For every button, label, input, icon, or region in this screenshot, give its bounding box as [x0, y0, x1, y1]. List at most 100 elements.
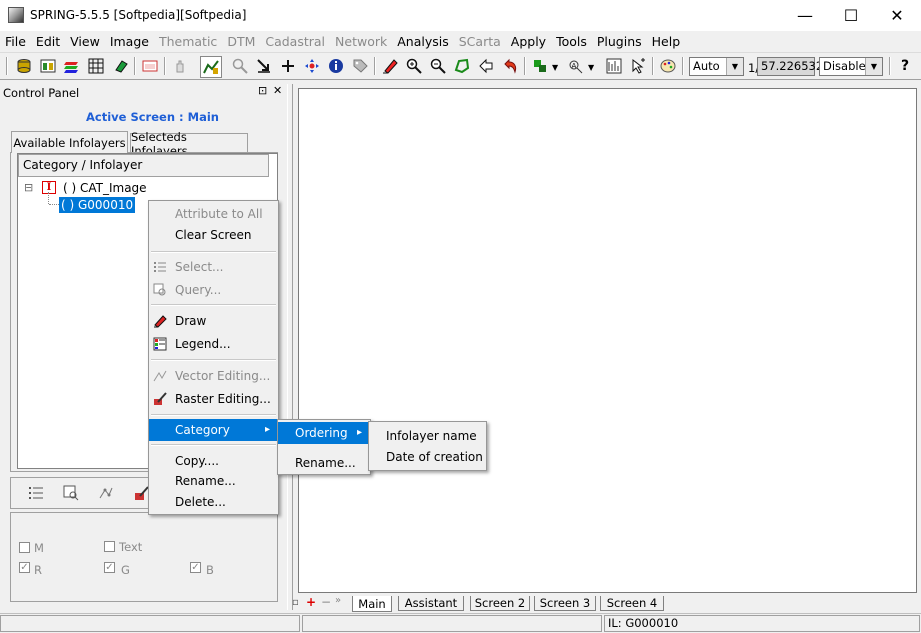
eraser-icon[interactable]	[110, 56, 130, 76]
menu-attribute-to-all[interactable]: Attribute to All	[149, 203, 278, 225]
tree-node-category[interactable]: ( ) CAT_Image	[63, 181, 147, 195]
menu-clear-screen[interactable]: Clear Screen	[149, 224, 278, 246]
menu-legend[interactable]: Legend...	[149, 333, 278, 355]
scroll-tabs-icon[interactable]: »	[335, 595, 341, 606]
menu-apply[interactable]: Apply	[506, 34, 551, 49]
menu-delete[interactable]: Delete...	[149, 491, 278, 513]
tag-icon[interactable]	[350, 56, 370, 76]
pan-icon[interactable]	[302, 56, 322, 76]
checkbox-b[interactable]: ✓	[190, 562, 201, 573]
menu-copy[interactable]: Copy....	[149, 450, 278, 472]
checkbox-text[interactable]	[104, 541, 115, 552]
tree-node-infolayer[interactable]: ( ) G000010	[59, 197, 136, 213]
menu-file[interactable]: File	[0, 34, 31, 49]
database-icon[interactable]	[14, 56, 34, 76]
disable-select[interactable]: Disable ▼	[819, 57, 883, 76]
menu-plugins[interactable]: Plugins	[592, 34, 647, 49]
checkbox-g-label: G	[121, 563, 130, 577]
zoom-disabled-icon[interactable]	[230, 56, 250, 76]
menu-edit[interactable]: Edit	[31, 34, 65, 49]
menu-help[interactable]: Help	[647, 34, 686, 49]
query-icon	[152, 282, 168, 298]
window-icon[interactable]	[140, 56, 160, 76]
screen-view-icon[interactable]: ▫	[292, 597, 299, 608]
help-icon[interactable]: ?	[895, 56, 915, 76]
arrow-left-icon[interactable]	[476, 56, 496, 76]
query-icon[interactable]	[63, 485, 79, 504]
arrow-down-right-icon[interactable]	[254, 56, 274, 76]
color-composite-icon[interactable]	[530, 56, 550, 76]
menu-category-rename[interactable]: Rename...	[278, 452, 370, 474]
screen-tab-screen-3[interactable]: Screen 3	[534, 596, 596, 611]
menu-scarta[interactable]: SCarta	[454, 34, 506, 49]
tab-available-infolayers[interactable]: Available Infolayers	[11, 131, 128, 153]
tab-selected-infolayers[interactable]: Selecteds Infolayers	[130, 130, 248, 158]
scale-value-field[interactable]: 57.226532	[757, 57, 823, 76]
vector-edit-icon[interactable]	[98, 485, 114, 504]
tree-column-header[interactable]: Category / Infolayer	[18, 154, 269, 177]
add-screen-icon[interactable]: +	[306, 595, 316, 609]
pin-icon[interactable]: ⊡	[258, 84, 267, 97]
checkbox-g[interactable]: ✓	[104, 562, 115, 573]
menu-tools[interactable]: Tools	[551, 34, 592, 49]
menu-analysis[interactable]: Analysis	[392, 34, 454, 49]
menu-view[interactable]: View	[65, 34, 105, 49]
minimize-button[interactable]: —	[782, 0, 828, 31]
chevron-down-icon[interactable]: ▼	[588, 63, 594, 72]
menu-label: Delete...	[175, 495, 226, 509]
screen-tab-main[interactable]: Main	[352, 596, 392, 612]
info-icon[interactable]	[326, 56, 346, 76]
profile-icon[interactable]	[604, 56, 624, 76]
menu-select[interactable]: Select...	[149, 256, 278, 278]
screen-tab-assistant[interactable]: Assistant	[398, 596, 464, 611]
menu-separator	[151, 444, 276, 446]
grid-icon[interactable]	[86, 56, 106, 76]
toolbar-separator	[889, 57, 891, 75]
maximize-button[interactable]: ☐	[828, 0, 874, 31]
remove-screen-icon[interactable]: −	[321, 595, 331, 609]
chart-tool-icon[interactable]	[200, 56, 222, 78]
menu-draw[interactable]: Draw	[149, 310, 278, 332]
menu-separator	[151, 359, 276, 361]
panel-splitter[interactable]	[287, 84, 293, 610]
crosshair-icon[interactable]	[278, 56, 298, 76]
menu-thematic[interactable]: Thematic	[154, 34, 222, 49]
drawing-canvas[interactable]	[298, 88, 917, 593]
menu-network[interactable]: Network	[330, 34, 392, 49]
status-cell-main	[0, 615, 300, 632]
menu-dtm[interactable]: DTM	[222, 34, 260, 49]
palette-icon[interactable]	[658, 56, 678, 76]
menu-cadastral[interactable]: Cadastral	[260, 34, 330, 49]
hand-disabled-icon[interactable]	[170, 56, 190, 76]
menu-vector-editing[interactable]: Vector Editing...	[149, 365, 278, 387]
menu-rename[interactable]: Rename...	[149, 470, 278, 492]
cursor-plus-icon[interactable]	[628, 56, 648, 76]
checkbox-m[interactable]	[19, 542, 30, 553]
screen-tab-screen-2[interactable]: Screen 2	[470, 596, 530, 611]
menu-image[interactable]: Image	[105, 34, 154, 49]
text-tool-icon[interactable]: A	[566, 56, 586, 76]
menu-order-infolayer-name[interactable]: Infolayer name	[369, 425, 486, 447]
collapse-icon[interactable]: ⊟	[24, 181, 33, 194]
scale-mode-select[interactable]: Auto ▼	[689, 57, 744, 76]
close-window-button[interactable]: ✕	[874, 0, 920, 31]
select-list-icon[interactable]	[28, 485, 44, 504]
zoom-in-icon[interactable]	[404, 56, 424, 76]
zoom-out-icon[interactable]	[428, 56, 448, 76]
menu-category[interactable]: Category ▸	[149, 419, 278, 441]
menu-ordering[interactable]: Ordering ▸	[278, 422, 370, 444]
menu-query[interactable]: Query...	[149, 279, 278, 301]
pencil-icon[interactable]	[380, 56, 400, 76]
undo-icon[interactable]	[500, 56, 520, 76]
menu-order-date-of-creation[interactable]: Date of creation	[369, 446, 486, 468]
menu-raster-editing[interactable]: Raster Editing...	[149, 388, 278, 410]
layers-icon[interactable]	[62, 56, 82, 76]
close-panel-icon[interactable]: ✕	[273, 84, 282, 97]
screen-tab-screen-4[interactable]: Screen 4	[600, 596, 664, 611]
checkbox-r[interactable]: ✓	[19, 562, 30, 573]
polygon-icon[interactable]	[452, 56, 472, 76]
chevron-down-icon[interactable]: ▼	[552, 63, 558, 72]
maximize-icon: ☐	[843, 6, 859, 25]
project-icon[interactable]	[38, 56, 58, 76]
checkbox-m-label: M	[34, 541, 44, 555]
